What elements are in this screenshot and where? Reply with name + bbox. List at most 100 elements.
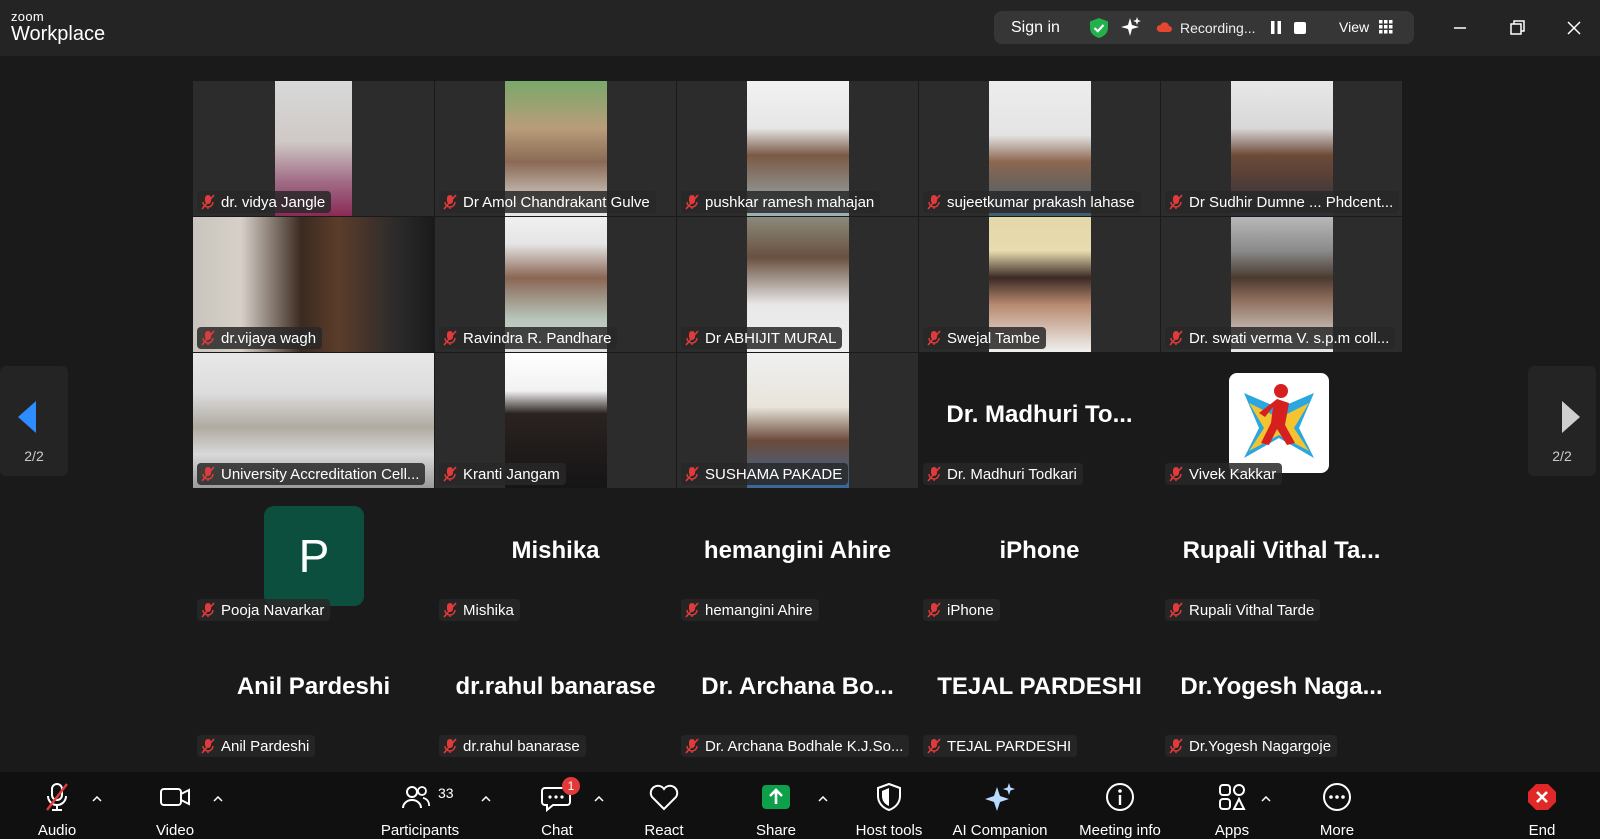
participant-tile[interactable]: hemangini Ahire hemangini Ahire: [677, 489, 918, 624]
participant-tile[interactable]: dr.vijaya wagh: [193, 217, 434, 352]
more-options-icon: [1323, 783, 1351, 811]
muted-mic-icon: [201, 330, 215, 346]
participant-name: Dr.Yogesh Nagargoje: [1189, 737, 1332, 755]
muted-mic-icon: [685, 738, 699, 754]
video-label: Video: [155, 822, 195, 839]
apps-options-chevron-up-icon[interactable]: [1261, 796, 1271, 802]
participant-tile[interactable]: University Accreditation Cell...: [193, 353, 434, 488]
video-button[interactable]: Video: [140, 772, 210, 839]
muted-mic-icon: [685, 602, 699, 618]
participant-tile[interactable]: Dr.Yogesh Naga... Dr.Yogesh Nagargoje: [1161, 625, 1402, 760]
participants-options-chevron-up-icon[interactable]: [481, 796, 491, 802]
participant-tile[interactable]: Dr ABHIJIT MURAL: [677, 217, 918, 352]
audio-options-chevron-up-icon[interactable]: [92, 796, 102, 802]
muted-mic-icon: [1169, 194, 1183, 210]
participant-name: hemangini Ahire: [705, 601, 813, 619]
participants-label: Participants: [380, 822, 460, 839]
participant-tile[interactable]: Swejal Tambe: [919, 217, 1160, 352]
apps-icon: [1219, 784, 1246, 810]
share-button[interactable]: Share: [741, 772, 811, 839]
participant-name: pushkar ramesh mahajan: [705, 193, 875, 211]
participant-name-tag: Dr Amol Chandrakant Gulve: [439, 191, 656, 213]
participant-tile[interactable]: Dr Sudhir Dumne ... Phdcent...: [1161, 81, 1402, 216]
participant-name-tag: Pooja Navarkar: [197, 599, 331, 621]
avatar: P: [264, 506, 364, 606]
participant-name-tag: SUSHAMA PAKADE: [681, 463, 849, 485]
participant-display-name: Dr.Yogesh Naga...: [1180, 673, 1383, 700]
participant-tile[interactable]: Rupali Vithal Ta... Rupali Vithal Tarde: [1161, 489, 1402, 624]
pause-recording-icon[interactable]: [1270, 20, 1282, 35]
participant-tile[interactable]: Kranti Jangam: [435, 353, 676, 488]
participant-name-tag: pushkar ramesh mahajan: [681, 191, 881, 213]
chat-options-chevron-up-icon[interactable]: [594, 796, 604, 802]
title-bar: zoom Workplace Sign in Recording... View: [0, 0, 1600, 56]
share-screen-icon: [762, 785, 790, 809]
ai-companion-label: AI Companion: [952, 822, 1048, 839]
audio-button[interactable]: Audio: [22, 772, 92, 839]
participant-display-name: Mishika: [511, 537, 600, 564]
muted-mic-icon: [443, 738, 457, 754]
encryption-shield-icon[interactable]: [1088, 17, 1110, 39]
close-icon[interactable]: [1560, 14, 1588, 42]
page-indicator-left: 2/2: [24, 448, 44, 464]
host-tools-button[interactable]: Host tools: [848, 772, 930, 839]
grid-view-icon[interactable]: [1379, 20, 1393, 34]
participant-name-tag: Dr. Archana Bodhale K.J.So...: [681, 735, 910, 757]
participant-tile[interactable]: Dr Amol Chandrakant Gulve: [435, 81, 676, 216]
muted-mic-icon: [927, 330, 941, 346]
more-button[interactable]: More: [1302, 772, 1372, 839]
participants-button[interactable]: 33 Participants: [372, 772, 468, 839]
participant-tile[interactable]: sujeetkumar prakash lahase: [919, 81, 1160, 216]
next-page-button[interactable]: 2/2: [1528, 366, 1596, 476]
participant-name-tag: Kranti Jangam: [439, 463, 566, 485]
participant-tile[interactable]: SUSHAMA PAKADE: [677, 353, 918, 488]
previous-page-button[interactable]: 2/2: [0, 366, 68, 476]
react-button[interactable]: React: [629, 772, 699, 839]
participant-tile[interactable]: dr. vidya Jangle: [193, 81, 434, 216]
participant-tile[interactable]: Dr. Archana Bo... Dr. Archana Bodhale K.…: [677, 625, 918, 760]
participant-tile[interactable]: Mishika Mishika: [435, 489, 676, 624]
meeting-info-button[interactable]: Meeting info: [1070, 772, 1170, 839]
end-meeting-button[interactable]: End: [1507, 772, 1577, 839]
share-options-chevron-up-icon[interactable]: [818, 796, 828, 802]
muted-mic-icon: [685, 194, 699, 210]
participant-tile[interactable]: TEJAL PARDESHI TEJAL PARDESHI: [919, 625, 1160, 760]
participant-name: Dr Sudhir Dumne ... Phdcent...: [1189, 193, 1394, 211]
stop-recording-icon[interactable]: [1294, 22, 1306, 34]
apps-button[interactable]: Apps: [1197, 772, 1267, 839]
participant-display-name: iPhone: [999, 537, 1080, 564]
muted-mic-icon: [1169, 738, 1183, 754]
chat-button[interactable]: 1 Chat: [522, 772, 592, 839]
participant-tile[interactable]: Anil Pardeshi Anil Pardeshi: [193, 625, 434, 760]
app-logo: zoom Workplace: [11, 10, 105, 44]
participant-tile[interactable]: dr.rahul banarase dr.rahul banarase: [435, 625, 676, 760]
restore-icon[interactable]: [1503, 14, 1531, 42]
sign-in-button[interactable]: Sign in: [1011, 19, 1060, 37]
participant-name: sujeetkumar prakash lahase: [947, 193, 1135, 211]
view-button[interactable]: View: [1339, 19, 1369, 35]
participant-tile[interactable]: Dr. Madhuri To... Dr. Madhuri Todkari: [919, 353, 1160, 488]
participant-tile[interactable]: Ravindra R. Pandhare: [435, 217, 676, 352]
participant-name-tag: Rupali Vithal Tarde: [1165, 599, 1321, 621]
meeting-status-pill: Sign in Recording... View: [994, 11, 1414, 44]
participant-name-tag: Dr ABHIJIT MURAL: [681, 327, 843, 349]
participant-name-tag: University Accreditation Cell...: [197, 463, 426, 485]
participant-tile[interactable]: P Pooja Navarkar: [193, 489, 434, 624]
muted-mic-icon: [443, 466, 457, 482]
participant-name: SUSHAMA PAKADE: [705, 465, 843, 483]
participant-tile[interactable]: iPhone iPhone: [919, 489, 1160, 624]
participant-display-name: Rupali Vithal Ta...: [1182, 537, 1381, 564]
ai-sparkle-icon[interactable]: [1120, 16, 1142, 38]
participant-name: Dr. Madhuri Todkari: [947, 465, 1077, 483]
meeting-toolbar: Audio Video 33 Participants 1 Chat React…: [0, 772, 1600, 839]
participant-tile[interactable]: Dr. swati verma V. s.p.m coll...: [1161, 217, 1402, 352]
video-options-chevron-up-icon[interactable]: [213, 796, 223, 802]
minimize-icon[interactable]: [1446, 14, 1474, 42]
participant-tile[interactable]: pushkar ramesh mahajan: [677, 81, 918, 216]
participant-name-tag: Dr. Madhuri Todkari: [923, 463, 1083, 485]
participant-display-name: TEJAL PARDESHI: [937, 673, 1142, 700]
muted-mic-icon: [1169, 466, 1183, 482]
ai-companion-button[interactable]: AI Companion: [945, 772, 1055, 839]
participant-tile[interactable]: Vivek Kakkar: [1161, 353, 1402, 488]
participant-display-name: Dr. Madhuri To...: [946, 401, 1133, 428]
